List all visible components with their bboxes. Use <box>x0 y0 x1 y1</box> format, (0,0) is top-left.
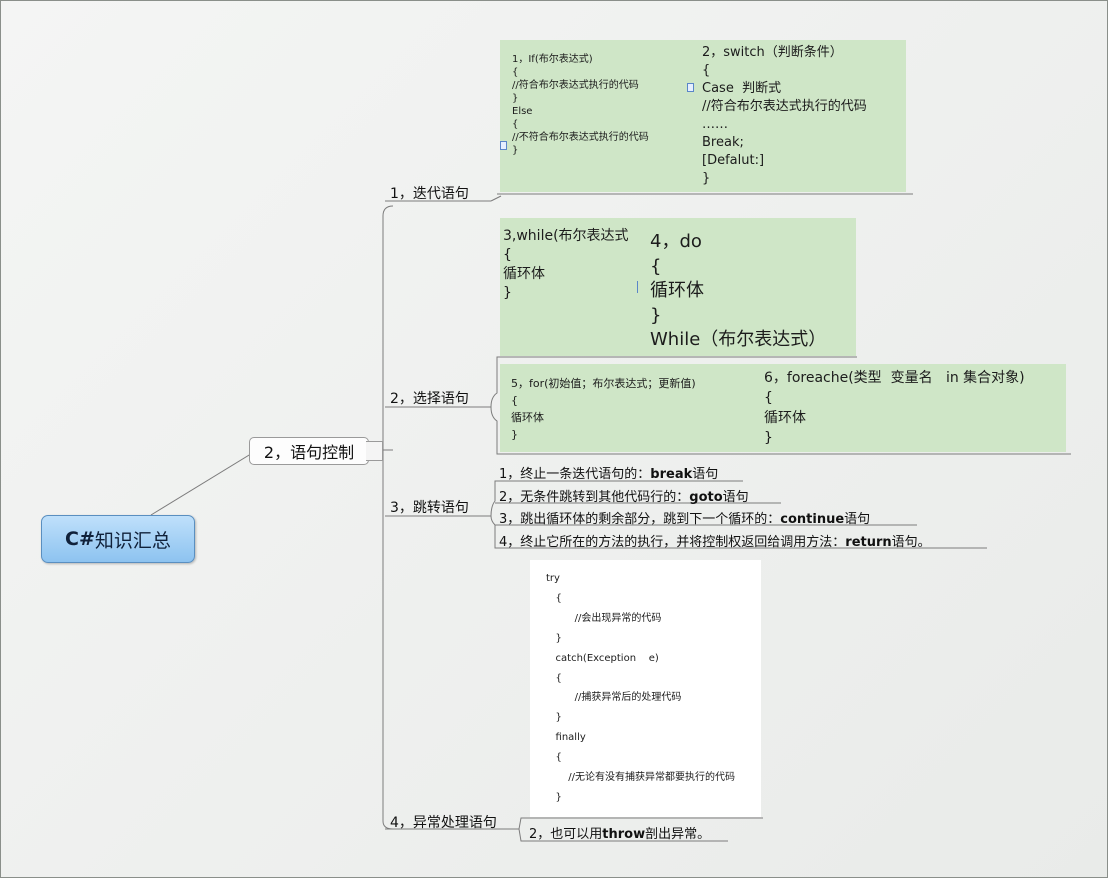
note-try-code: try { //会出现异常的代码 } catch(Exception e) { … <box>546 573 735 803</box>
jump-item-text: 语句。 <box>891 535 931 550</box>
root-topic-bold: C# <box>65 528 95 550</box>
jump-item-text: 4，终止它所在的方法的执行，并将控制权返回给调用方法： <box>499 535 846 550</box>
anchor-marker-icon <box>500 141 507 150</box>
note-while-code: 3,while(布尔表达式 { 循环体 } <box>503 228 629 301</box>
branch-selection[interactable]: 2，选择语句 <box>390 388 469 408</box>
branch-spine <box>382 205 394 830</box>
b1-joint <box>490 195 502 202</box>
jump-item-text: 语句 <box>844 512 871 527</box>
throw-note-text: 2，也可以用 <box>529 827 603 842</box>
anchor-marker-icon <box>687 83 694 92</box>
jump-item-text: 语句 <box>692 467 719 482</box>
main-topic[interactable]: 2，语句控制 <box>249 437 369 465</box>
jump-item-goto[interactable]: 2，无条件跳转到其他代码行的：goto语句 <box>499 486 749 505</box>
branch-exception[interactable]: 4，异常处理语句 <box>390 812 497 832</box>
note-foreach-code: 6，foreache(类型 变量名 in 集合对象) { 循环体 } <box>764 370 1025 446</box>
note-if-code: 1，If(布尔表达式) { //符合布尔表达式执行的代码 } Else { //… <box>512 54 649 156</box>
branch-jump-label: 3，跳转语句 <box>390 500 469 516</box>
jump-item-text: 1，终止一条迭代语句的： <box>499 467 651 482</box>
mindmap-canvas: C# 知识汇总 2，语句控制 1，迭代语句 2，选择语句 3，跳转语句 4，异常处… <box>0 0 1108 878</box>
jump-item-continue[interactable]: 3，跳出循环体的剩余部分，跳到下一个循环的：continue语句 <box>499 508 870 527</box>
jump-item-text: 语句 <box>722 490 749 505</box>
note-for-code: 5，for(初始值；布尔表达式；更新值) { 循环体 } <box>511 377 696 441</box>
jump-item-keyword: continue <box>780 512 845 527</box>
branch-jump[interactable]: 3，跳转语句 <box>390 497 469 517</box>
note-while-do[interactable]: 3,while(布尔表达式 { 循环体 } 4，do { 循环体 } While… <box>500 218 856 356</box>
main-topic-collapse-handle[interactable] <box>366 441 383 461</box>
throw-note[interactable]: 2，也可以用throw剖出异常。 <box>529 823 710 842</box>
jump-item-keyword: break <box>650 467 693 482</box>
jump-item-keyword: return <box>845 535 892 550</box>
root-topic-label: 知识汇总 <box>94 529 171 552</box>
note-for-foreach[interactable]: 5，for(初始值；布尔表达式；更新值) { 循环体 } 6，foreache(… <box>500 364 1066 452</box>
note-switch-code: 2，switch（判断条件） { Case 判断式 //符合布尔表达式执行的代码… <box>702 45 867 186</box>
jump-item-return[interactable]: 4，终止它所在的方法的执行，并将控制权返回给调用方法：return语句。 <box>499 531 931 550</box>
note-do-code: 4，do { 循环体 } While（布尔表达式） <box>650 231 827 350</box>
throw-note-keyword: throw <box>602 827 646 842</box>
branch-iteration-label: 1，迭代语句 <box>390 186 469 202</box>
jump-item-keyword: goto <box>689 490 723 505</box>
anchor-marker-icon <box>635 281 638 293</box>
jump-item-text: 3，跳出循环体的剩余部分，跳到下一个循环的： <box>499 512 781 527</box>
branch-selection-label: 2，选择语句 <box>390 391 469 407</box>
branch-exception-label: 4，异常处理语句 <box>390 815 497 831</box>
root-to-main-link <box>150 448 260 516</box>
throw-note-text: 剖出异常。 <box>645 827 711 842</box>
root-topic[interactable]: C# 知识汇总 <box>41 515 195 563</box>
jump-item-break[interactable]: 1，终止一条迭代语句的：break语句 <box>499 463 718 482</box>
branch-iteration[interactable]: 1，迭代语句 <box>390 183 469 203</box>
note-try-catch[interactable]: try { //会出现异常的代码 } catch(Exception e) { … <box>530 560 761 817</box>
jump-item-text: 2，无条件跳转到其他代码行的： <box>499 490 690 505</box>
note-if-switch[interactable]: 1，If(布尔表达式) { //符合布尔表达式执行的代码 } Else { //… <box>500 40 906 192</box>
main-topic-label: 2，语句控制 <box>263 443 355 462</box>
